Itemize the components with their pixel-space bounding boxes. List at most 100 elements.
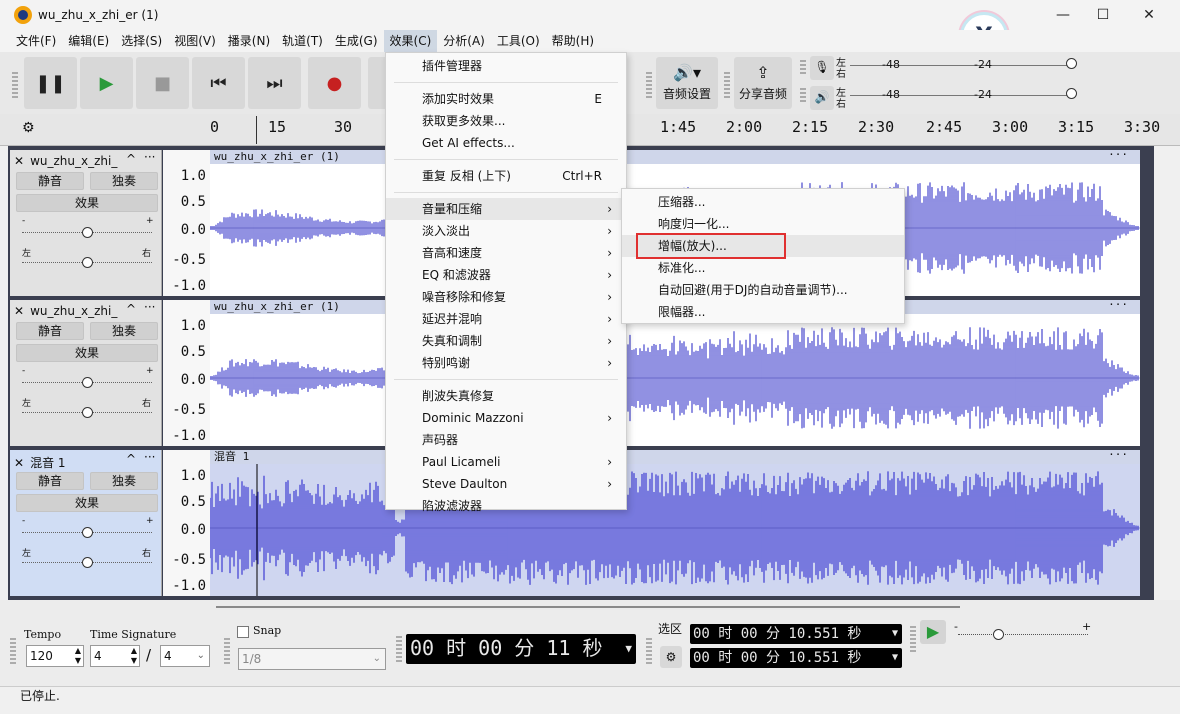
toolbar-grip[interactable] <box>12 72 18 98</box>
effects-menu-item[interactable]: 音量和压缩 › <box>386 198 626 220</box>
spin-arrows-icon[interactable]: ▲ ▼ <box>131 646 137 666</box>
effects-menu-item[interactable]: 失真和调制 › <box>386 330 626 352</box>
menu-view[interactable]: 视图(V) <box>168 30 222 52</box>
effects-button[interactable]: 效果 <box>16 494 158 512</box>
microphone-icon[interactable]: 🎙 <box>810 56 834 80</box>
effects-menu-item[interactable]: 音高和速度 › <box>386 242 626 264</box>
effects-menu-item[interactable]: 噪音移除和修复 › <box>386 286 626 308</box>
play-at-speed-button[interactable]: ▶ <box>920 620 946 644</box>
effects-menu-item[interactable]: 插件管理器 <box>386 55 626 77</box>
play-button[interactable]: ▶ <box>80 57 133 109</box>
gain-slider[interactable] <box>22 527 152 538</box>
effects-menu-item[interactable]: 削波失真修复 <box>386 385 626 407</box>
track-name[interactable]: wu_zhu_x_zhi_ <box>30 304 117 318</box>
clip-header[interactable]: 混音 1 ··· <box>210 448 1140 464</box>
effects-menu-item[interactable]: Paul Licameli › <box>386 451 626 473</box>
toolbar-grip[interactable] <box>10 638 16 664</box>
effects-button[interactable]: 效果 <box>16 194 158 212</box>
selection-start-display[interactable]: 00 时 00 分 10.551 秒 ▼ <box>690 624 902 644</box>
timesig-numerator-input[interactable]: 4 ▲ ▼ <box>90 645 140 667</box>
snap-select[interactable]: 1/8 ⌄ <box>238 648 386 670</box>
menu-file[interactable]: 文件(F) <box>10 30 62 52</box>
effects-menu-item[interactable]: Steve Daulton › <box>386 473 626 495</box>
effects-menu-item[interactable]: EQ 和滤波器 › <box>386 264 626 286</box>
effects-menu-item[interactable]: 淡入淡出 › <box>386 220 626 242</box>
more-icon[interactable]: ··· <box>144 300 155 314</box>
effects-menu-item[interactable]: 延迟并混响 › <box>386 308 626 330</box>
selection-end-display[interactable]: 00 时 00 分 10.551 秒 ▼ <box>690 648 902 668</box>
toolbar-grip[interactable] <box>800 88 806 104</box>
waveform-clip[interactable]: 混音 1 ··· <box>210 448 1140 596</box>
track-name[interactable]: wu_zhu_x_zhi_ <box>30 154 117 168</box>
pan-slider[interactable] <box>22 257 152 268</box>
effects-menu-item[interactable]: 获取更多效果... <box>386 110 626 132</box>
effects-menu-item[interactable]: 陷波滤波器 <box>386 495 626 517</box>
skip-end-button[interactable]: ⏭ <box>248 57 301 109</box>
playback-meter-icon[interactable]: 🔊 <box>810 86 834 110</box>
playhead[interactable] <box>256 116 257 144</box>
tempo-input[interactable]: 120 ▲ ▼ <box>26 645 84 667</box>
gear-icon[interactable]: ⚙ <box>22 120 35 136</box>
menu-help[interactable]: 帮助(H) <box>546 30 600 52</box>
meter-knob[interactable] <box>1066 88 1077 99</box>
close-icon[interactable]: ✕ <box>14 304 24 318</box>
amplitude-scale[interactable]: 1.0 0.5 0.0 -0.5 -1.0 <box>163 450 210 596</box>
spin-arrows-icon[interactable]: ▲ ▼ <box>75 646 81 666</box>
solo-button[interactable]: 独奏 <box>90 172 158 190</box>
track-name[interactable]: 混音 1 <box>30 454 65 471</box>
collapse-icon[interactable]: ^ <box>126 452 136 466</box>
audio-setup-button[interactable]: 🔊▾ 音频设置 <box>656 57 718 109</box>
toolbar-grip[interactable] <box>224 638 230 664</box>
timesig-denominator-select[interactable]: 4 ⌄ <box>160 645 210 667</box>
menu-tracks[interactable]: 轨道(T) <box>276 30 329 52</box>
submenu-item-auto-duck[interactable]: 自动回避(用于DJ的自动音量调节)... <box>622 279 904 301</box>
pan-slider[interactable] <box>22 407 152 418</box>
snap-checkbox[interactable] <box>237 626 249 638</box>
pan-slider-knob[interactable] <box>82 407 93 418</box>
toolbar-grip[interactable] <box>396 636 402 662</box>
gain-slider[interactable] <box>22 227 152 238</box>
amplitude-scale[interactable]: 1.0 0.5 0.0 -0.5 -1.0 <box>163 150 210 296</box>
menu-select[interactable]: 选择(S) <box>115 30 168 52</box>
amplitude-scale[interactable]: 1.0 0.5 0.0 -0.5 -1.0 <box>163 300 210 446</box>
menu-analyze[interactable]: 分析(A) <box>437 30 491 52</box>
submenu-item-compressor[interactable]: 压缩器... <box>622 191 904 213</box>
menu-edit[interactable]: 编辑(E) <box>62 30 115 52</box>
menu-generate[interactable]: 生成(G) <box>329 30 384 52</box>
submenu-item-loudness-normalization[interactable]: 响度归一化... <box>622 213 904 235</box>
toolbar-grip[interactable] <box>800 60 806 76</box>
speed-slider[interactable] <box>958 634 1088 635</box>
more-icon[interactable]: ··· <box>1108 148 1128 162</box>
share-audio-button[interactable]: ⇪ 分享音频 <box>734 57 792 109</box>
gain-slider[interactable] <box>22 377 152 388</box>
collapse-icon[interactable]: ^ <box>126 302 136 316</box>
mute-button[interactable]: 静音 <box>16 472 84 490</box>
effects-menu-item[interactable]: 声码器 <box>386 429 626 451</box>
menu-record[interactable]: 播录(N) <box>222 30 276 52</box>
more-icon[interactable]: ··· <box>1108 298 1128 312</box>
menu-effect[interactable]: 效果(C) <box>383 30 438 52</box>
toolbar-grip[interactable] <box>646 72 652 98</box>
submenu-item-normalize[interactable]: 标准化... <box>622 257 904 279</box>
pan-slider[interactable] <box>22 557 152 568</box>
gain-slider-knob[interactable] <box>82 227 93 238</box>
close-button[interactable]: ✕ <box>1126 0 1172 30</box>
gear-icon[interactable]: ⚙ <box>660 646 682 668</box>
meter-knob[interactable] <box>1066 58 1077 69</box>
toolbar-grip[interactable] <box>910 626 916 652</box>
maximize-button[interactable]: ☐ <box>1080 0 1126 30</box>
more-icon[interactable]: ··· <box>144 450 155 464</box>
menu-tools[interactable]: 工具(O) <box>491 30 546 52</box>
mute-button[interactable]: 静音 <box>16 322 84 340</box>
gain-slider-knob[interactable] <box>82 377 93 388</box>
effects-menu-item[interactable]: 特别鸣谢 › <box>386 352 626 374</box>
solo-button[interactable]: 独奏 <box>90 472 158 490</box>
close-icon[interactable]: ✕ <box>14 456 24 470</box>
effects-menu-item[interactable]: 重复 反相 (上下) Ctrl+R <box>386 165 626 187</box>
pause-button[interactable]: ❚❚ <box>24 57 77 109</box>
skip-start-button[interactable]: ⏮ <box>192 57 245 109</box>
horizontal-scrollbar[interactable] <box>216 606 960 608</box>
pan-slider-knob[interactable] <box>82 557 93 568</box>
collapse-icon[interactable]: ^ <box>126 152 136 166</box>
playback-meter[interactable]: 左 右 -48 -24 <box>836 84 1086 110</box>
